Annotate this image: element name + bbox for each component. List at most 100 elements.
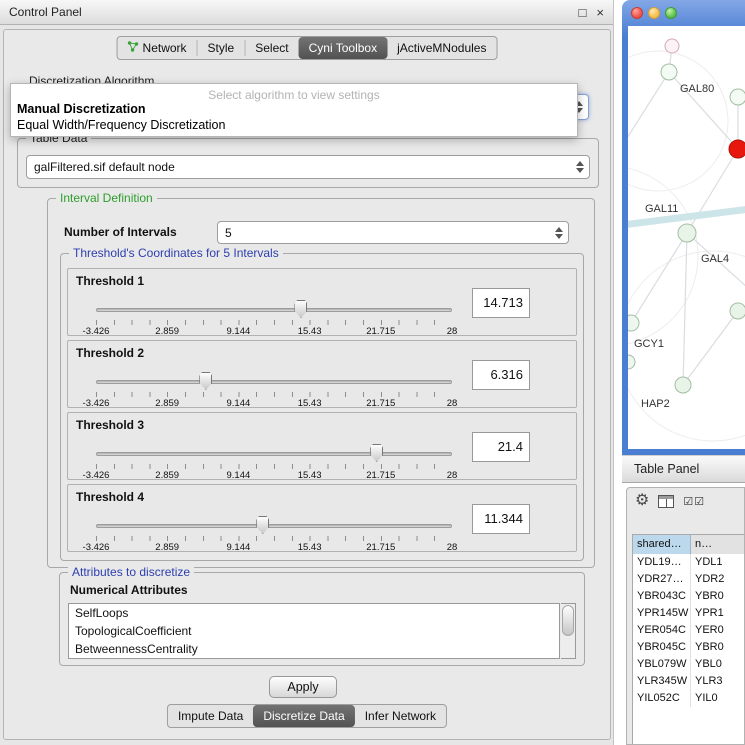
network-edge[interactable] [687,149,738,233]
tab-label: Cyni Toolbox [309,41,377,55]
table-row[interactable]: YIL052CYIL0 [633,690,744,707]
minimize-button[interactable] [648,7,660,19]
threshold-slider[interactable]: -3.4262.8599.14415.4321.71528 [96,443,452,479]
slider-track[interactable] [96,380,452,384]
network-node[interactable] [675,377,691,393]
table-row[interactable]: YBL079WYBL0 [633,656,744,673]
threshold-block: Threshold 4 -3.4262.8599.14415.4321.7152… [67,484,577,552]
slider-track[interactable] [96,524,452,528]
tab-network[interactable]: Network [118,37,197,59]
node-label: GAL80 [680,83,714,95]
list-item[interactable]: SelfLoops [69,604,559,622]
threshold-slider[interactable]: -3.4262.8599.14415.4321.71528 [96,299,452,335]
table-row[interactable]: YBR045CYBR0 [633,639,744,656]
table-toolbar: ⚙ ☑ ☑ [635,493,704,509]
tab-jactivemnodules[interactable]: jActiveMNodules [387,37,496,59]
network-canvas[interactable]: GAL80GAL11GAL4GCY1HAP2 [628,26,745,449]
threshold-value-field[interactable]: 11.344 [472,504,530,534]
close-button[interactable] [631,7,643,19]
tab-select[interactable]: Select [245,37,298,59]
restore-icon[interactable]: □ [579,5,587,20]
list-scrollbar[interactable] [561,603,576,659]
apply-button[interactable]: Apply [269,676,337,698]
threshold-block: Threshold 2 -3.4262.8599.14415.4321.7152… [67,340,577,408]
threshold-label: Threshold 2 [76,346,144,360]
node-label: HAP2 [641,398,670,410]
close-icon[interactable]: × [596,5,604,20]
threshold-value-field[interactable]: 21.4 [472,432,530,462]
tab-label: Network [143,41,187,55]
tab-style[interactable]: Style [198,37,245,59]
slider-thumb[interactable] [370,444,383,462]
network-node[interactable] [628,355,635,369]
threshold-slider[interactable]: -3.4262.8599.14415.4321.71528 [96,371,452,407]
threshold-value-field[interactable]: 14.713 [472,288,530,318]
zoom-button[interactable] [665,7,677,19]
titlebar: Control Panel □ × [0,0,613,25]
threshold-value-field[interactable]: 6.316 [472,360,530,390]
num-intervals-label: Number of Intervals [64,225,177,239]
network-node[interactable] [665,39,679,53]
gear-icon[interactable]: ⚙ [635,493,649,509]
table-data-dropdown[interactable]: galFiltered.sif default node [26,155,590,179]
list-item[interactable]: TopologicalCoefficient [69,622,559,640]
network-node[interactable] [729,140,745,158]
dropdown-placeholder-option[interactable]: Select algorithm to view settings [11,84,577,101]
slider-track[interactable] [96,308,452,312]
dropdown-option-manual-discretization[interactable]: Manual Discretization [11,101,577,117]
table-row[interactable]: YPR145WYPR1 [633,605,744,622]
network-node[interactable] [661,64,677,80]
column-header-shared-name[interactable]: shared… [633,535,691,554]
list-item[interactable]: BetweennessCentrality [69,640,559,658]
slider-thumb[interactable] [256,516,269,534]
table-data-group: Table Data galFiltered.sif default node [17,138,599,188]
table-row[interactable]: YLR345WYLR3 [633,673,744,690]
table-panel-header: Table Panel [622,455,745,483]
network-tab-icon [128,41,139,55]
node-label: GAL11 [645,203,678,215]
threshold-block: Threshold 1 -3.4262.8599.14415.4321.7152… [67,268,577,336]
tab-impute-data[interactable]: Impute Data [168,705,253,727]
scrollbar-thumb[interactable] [562,605,574,636]
num-intervals-spinner[interactable]: 5 [217,221,569,244]
network-node[interactable] [730,303,745,319]
attribute-list[interactable]: SelfLoopsTopologicalCoefficientBetweenne… [68,603,560,659]
tab-discretize-data[interactable]: Discretize Data [253,705,354,727]
network-node[interactable] [628,315,639,331]
select-columns-icon[interactable]: ☑ ☑ [683,495,704,508]
slider-ticks [96,464,452,469]
tab-infer-network[interactable]: Infer Network [355,705,446,727]
checkbox-icon: ☑ [694,495,704,508]
node-table: shared… n… YDL19…YDL1YDR27…YDR2YBR043CYB… [632,534,744,744]
dropdown-option-equal-width[interactable]: Equal Width/Frequency Discretization [11,117,577,133]
column-view-icon[interactable] [658,495,674,508]
table-row[interactable]: YBR043CYBR0 [633,588,744,605]
slider-ticks [96,320,452,325]
threshold-label: Threshold 3 [76,418,144,432]
network-edge[interactable] [631,233,687,323]
bottom-tabs: Impute Data Discretize Data Infer Networ… [167,704,447,728]
table-panel: ⚙ ☑ ☑ shared… n… YDL19…YDL1YDR27…YDR2YBR… [626,487,745,745]
tab-label: Impute Data [178,709,243,723]
threshold-label: Threshold 4 [76,490,144,504]
table-row[interactable]: YER054CYER0 [633,622,744,639]
threshold-label: Threshold 1 [76,274,144,288]
interval-definition-title: Interval Definition [56,191,157,205]
threshold-slider[interactable]: -3.4262.8599.14415.4321.71528 [96,515,452,551]
table-row[interactable]: YDL19…YDL1 [633,554,744,571]
node-label: GCY1 [634,338,664,350]
network-node[interactable] [730,89,745,105]
slider-thumb[interactable] [294,300,307,318]
slider-track[interactable] [96,452,452,456]
network-edge[interactable] [628,72,669,146]
column-header-name[interactable]: n… [691,535,744,554]
slider-scale: -3.4262.8599.14415.4321.71528 [96,398,452,410]
network-node[interactable] [678,224,696,242]
table-row[interactable]: YDR27…YDR2 [633,571,744,588]
thresholds-group: Threshold's Coordinates for 5 Intervals … [60,253,584,561]
tab-cyni-toolbox[interactable]: Cyni Toolbox [299,37,387,59]
network-edge[interactable] [683,311,738,385]
attributes-group-title: Attributes to discretize [68,565,194,579]
table-data-value: galFiltered.sif default node [34,156,175,178]
slider-thumb[interactable] [199,372,212,390]
